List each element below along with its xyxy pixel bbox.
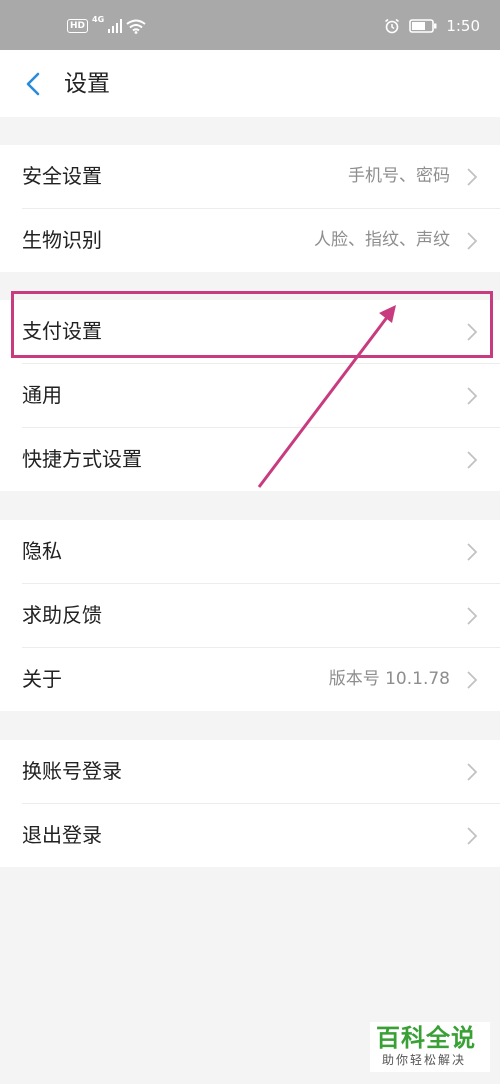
chevron-right-icon xyxy=(467,543,478,561)
status-bar: HD 4G 1:50 xyxy=(0,0,500,50)
watermark-title: 百科全说 xyxy=(376,1024,476,1052)
chevron-right-icon xyxy=(467,232,478,250)
wifi-icon xyxy=(126,19,146,34)
settings-item-security[interactable]: 安全设置 手机号、密码 xyxy=(22,145,500,209)
settings-item-shortcuts[interactable]: 快捷方式设置 xyxy=(22,428,500,491)
settings-item-payment[interactable]: 支付设置 xyxy=(22,300,500,364)
chevron-right-icon xyxy=(467,387,478,405)
chevron-right-icon xyxy=(467,671,478,689)
back-button[interactable] xyxy=(18,68,48,100)
settings-group-general: 支付设置 通用 快捷方式设置 xyxy=(0,300,500,491)
settings-item-label: 求助反馈 xyxy=(22,603,102,627)
chevron-right-icon xyxy=(467,168,478,186)
back-chevron-icon xyxy=(26,72,40,96)
watermark-logo: 百科全说 助你轻松解决 xyxy=(370,1022,490,1072)
clock: 1:50 xyxy=(446,17,480,35)
settings-item-label: 支付设置 xyxy=(22,319,102,343)
settings-item-label: 关于 xyxy=(22,667,62,691)
settings-group-session: 换账号登录 退出登录 xyxy=(0,740,500,867)
settings-item-label: 退出登录 xyxy=(22,823,102,847)
settings-item-help-feedback[interactable]: 求助反馈 xyxy=(22,584,500,648)
settings-item-label: 通用 xyxy=(22,383,62,407)
chevron-right-icon xyxy=(467,827,478,845)
alarm-icon xyxy=(385,18,400,34)
settings-item-switch-account[interactable]: 换账号登录 xyxy=(22,740,500,804)
settings-item-value: 手机号、密码 xyxy=(348,166,450,186)
settings-item-value: 人脸、指纹、声纹 xyxy=(314,230,450,250)
status-right: 1:50 xyxy=(384,15,480,37)
chevron-right-icon xyxy=(467,451,478,469)
settings-item-value: 版本号 10.1.78 xyxy=(328,669,450,689)
settings-item-biometrics[interactable]: 生物识别 人脸、指纹、声纹 xyxy=(22,209,500,272)
hd-badge: HD xyxy=(67,19,89,33)
network-type: 4G xyxy=(92,15,105,24)
chevron-right-icon xyxy=(467,607,478,625)
settings-item-privacy[interactable]: 隐私 xyxy=(22,520,500,584)
settings-item-label: 隐私 xyxy=(22,539,62,563)
settings-item-general[interactable]: 通用 xyxy=(22,364,500,428)
settings-item-label: 生物识别 xyxy=(22,228,102,252)
settings-item-logout[interactable]: 退出登录 xyxy=(22,804,500,867)
watermark-subtitle: 助你轻松解决 xyxy=(382,1053,467,1067)
header: 设置 xyxy=(0,50,500,117)
settings-item-label: 快捷方式设置 xyxy=(22,447,142,471)
settings-item-about[interactable]: 关于 版本号 10.1.78 xyxy=(22,648,500,711)
signal-icon xyxy=(108,19,123,33)
battery-icon xyxy=(409,19,437,33)
settings-group-about: 隐私 求助反馈 关于 版本号 10.1.78 xyxy=(0,520,500,711)
chevron-right-icon xyxy=(467,763,478,781)
page-title: 设置 xyxy=(64,71,110,97)
status-left: HD 4G xyxy=(67,15,146,35)
settings-item-label: 安全设置 xyxy=(22,164,102,188)
settings-item-label: 换账号登录 xyxy=(22,759,122,783)
chevron-right-icon xyxy=(467,323,478,341)
settings-group-account-security: 安全设置 手机号、密码 生物识别 人脸、指纹、声纹 xyxy=(0,145,500,272)
